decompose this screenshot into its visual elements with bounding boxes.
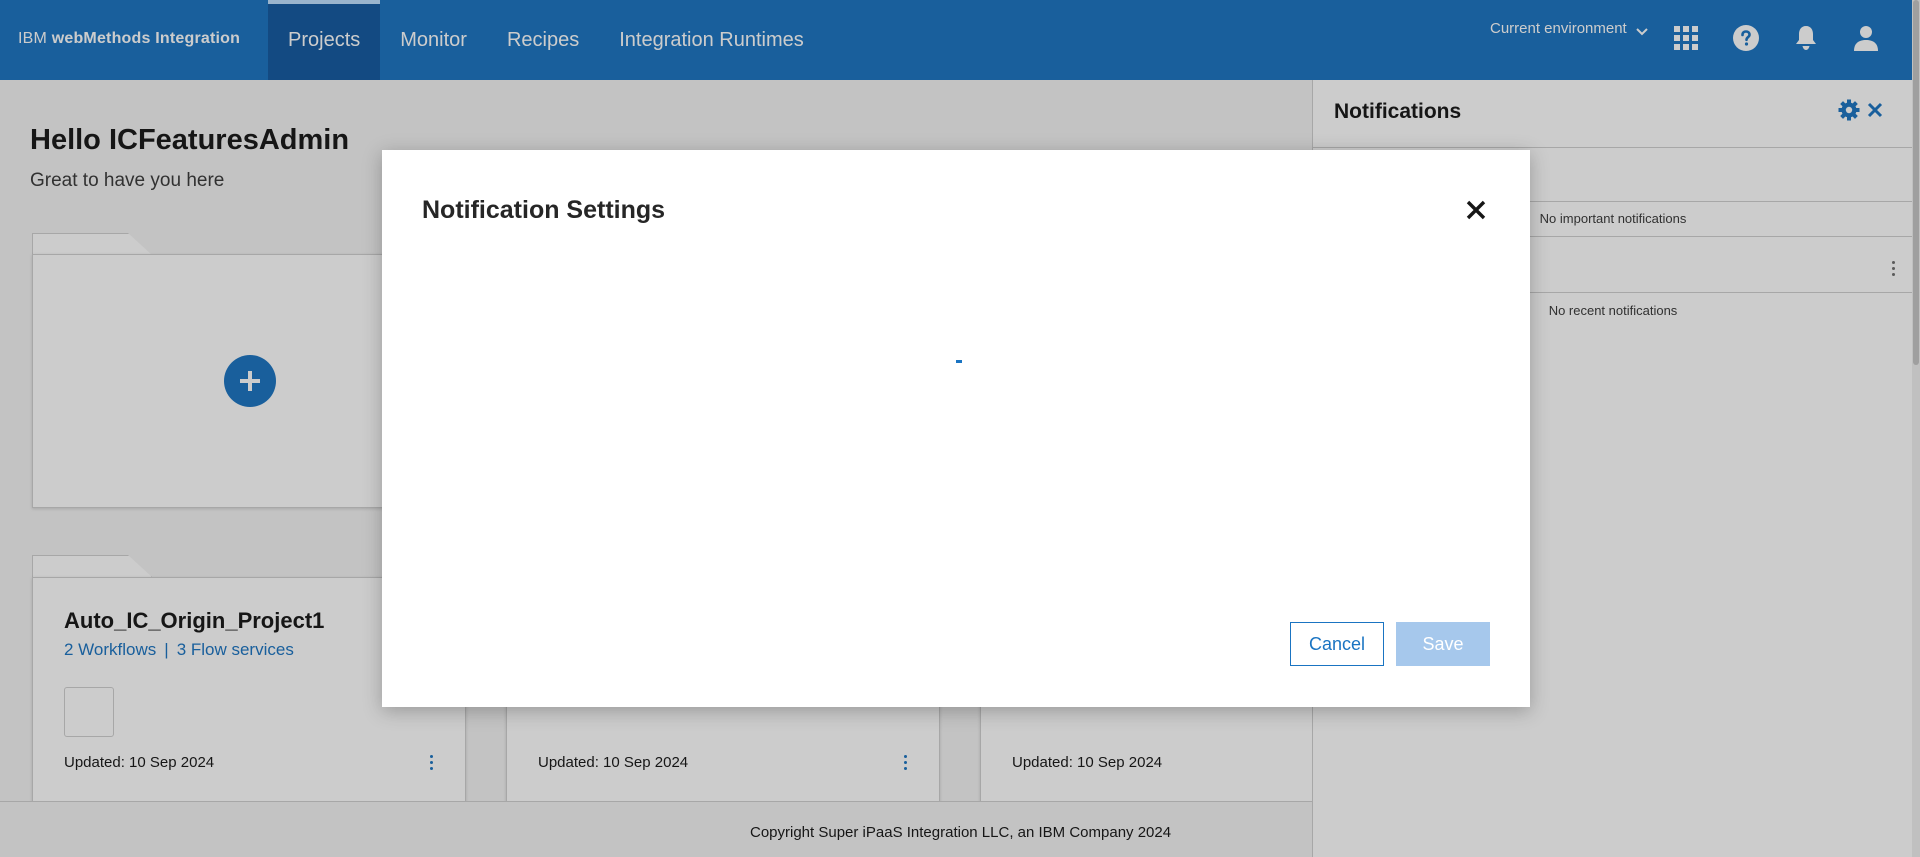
loading-spinner (956, 360, 962, 363)
cancel-button[interactable]: Cancel (1290, 622, 1384, 666)
close-icon[interactable] (1462, 196, 1490, 224)
save-button[interactable]: Save (1396, 622, 1490, 666)
modal-title: Notification Settings (422, 196, 666, 224)
notification-settings-modal: Notification Settings Cancel Save (382, 150, 1530, 707)
